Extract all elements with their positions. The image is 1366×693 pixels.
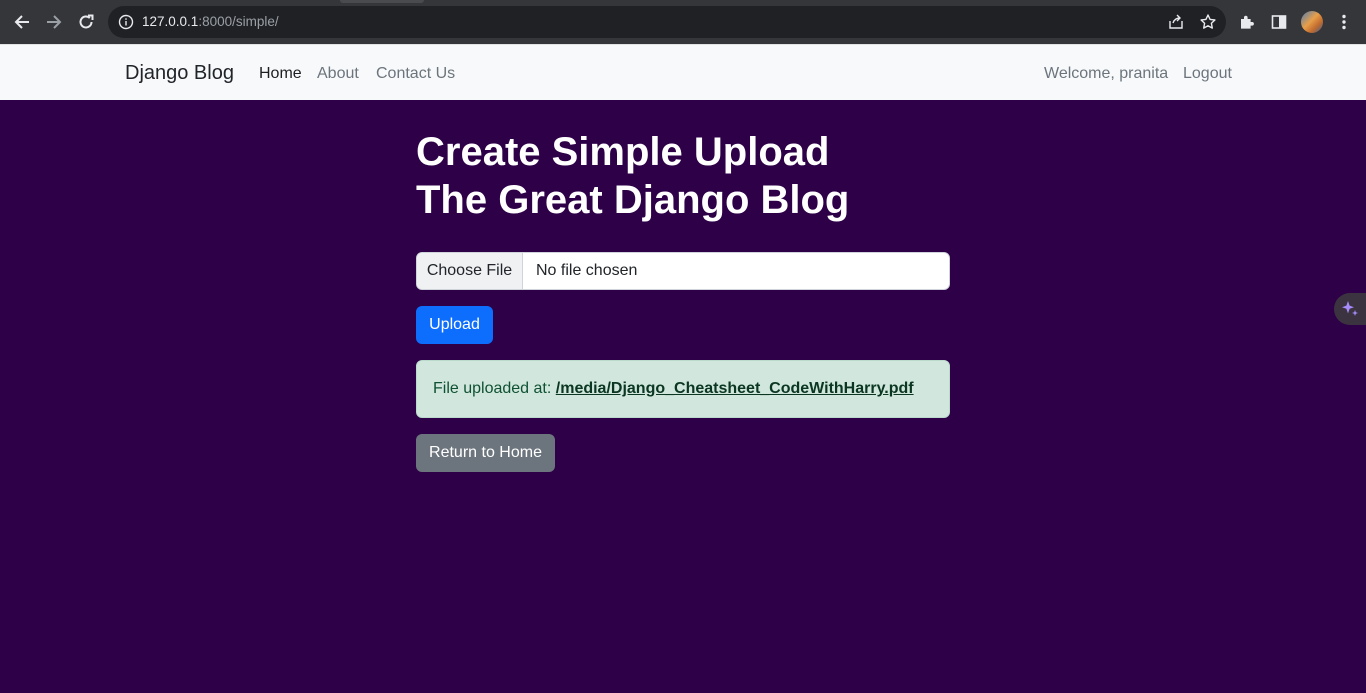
return-home-button[interactable]: Return to Home [416, 434, 555, 472]
extensions-button[interactable] [1236, 11, 1258, 33]
file-status-text: No file chosen [536, 262, 638, 279]
sparkle-icon [1342, 301, 1358, 316]
page-title: Create Simple Upload The Great Django Bl… [416, 128, 849, 224]
url-text: 127.0.0.1:8000/simple/ [142, 14, 279, 29]
nav-link-about[interactable]: About [317, 65, 359, 83]
star-icon[interactable] [1199, 13, 1217, 31]
arrow-right-icon [47, 15, 62, 29]
welcome-user-link[interactable]: Welcome, pranita [1044, 65, 1168, 83]
uploaded-file-link[interactable]: /media/Django_Cheatsheet_CodeWithHarry.p… [556, 380, 914, 397]
page-title-line-2: The Great Django Blog [416, 178, 850, 222]
url-path: :8000/simple/ [198, 14, 279, 29]
upload-success-alert: File uploaded at: /media/Django_Cheatshe… [416, 360, 950, 418]
nav-link-contact[interactable]: Contact Us [376, 65, 455, 83]
tab-strip-edge [340, 0, 424, 3]
info-icon[interactable] [118, 14, 134, 30]
kebab-menu-icon [1342, 14, 1346, 30]
navbar-brand[interactable]: Django Blog [125, 62, 234, 85]
browser-toolbar: 127.0.0.1:8000/simple/ [0, 0, 1366, 44]
page-title-line-1: Create Simple Upload [416, 130, 830, 174]
share-icon[interactable] [1167, 13, 1185, 31]
url-host: 127.0.0.1 [142, 14, 199, 29]
choose-file-button[interactable]: Choose File [417, 253, 523, 289]
sidebar-assistant-button[interactable] [1334, 293, 1366, 325]
address-bar[interactable]: 127.0.0.1:8000/simple/ [108, 6, 1226, 38]
puzzle-icon [1241, 15, 1254, 29]
arrow-left-icon [14, 15, 29, 29]
reload-icon [79, 14, 94, 29]
logout-link[interactable]: Logout [1183, 65, 1232, 83]
alert-prefix: File uploaded at: [433, 380, 552, 397]
profile-avatar[interactable] [1301, 11, 1323, 33]
alert-message: File uploaded at: /media/Django_Cheatshe… [433, 380, 914, 398]
side-panel-icon [1271, 15, 1287, 29]
site-navbar: Django Blog Home About Contact Us Welcom… [0, 44, 1366, 100]
file-input[interactable]: Choose File No file chosen [416, 252, 950, 290]
side-panel-button[interactable] [1268, 11, 1290, 33]
upload-button[interactable]: Upload [416, 306, 493, 344]
back-button[interactable] [9, 9, 35, 35]
menu-button[interactable] [1333, 11, 1355, 33]
nav-link-home[interactable]: Home [259, 65, 302, 83]
reload-button[interactable] [73, 9, 99, 35]
forward-button[interactable] [41, 9, 67, 35]
